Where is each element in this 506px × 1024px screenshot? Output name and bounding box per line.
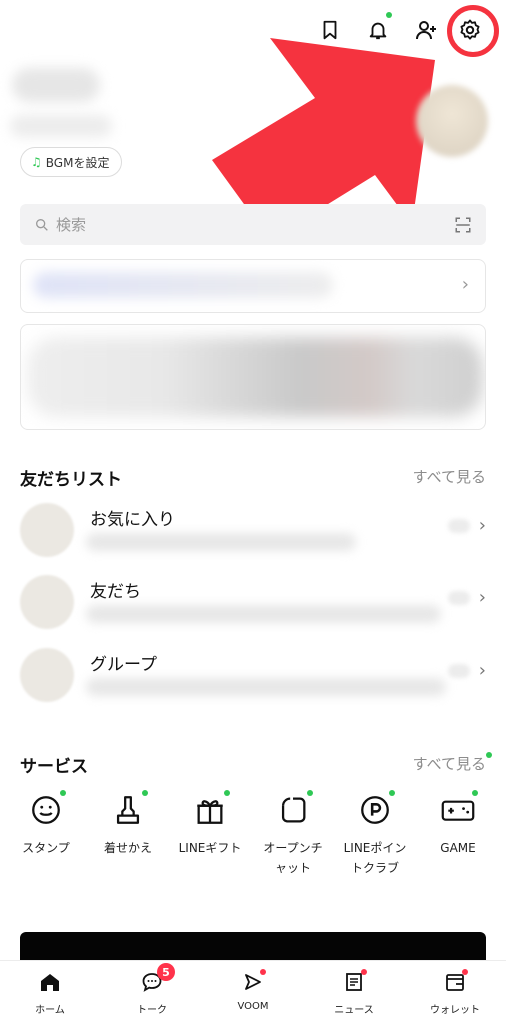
chevron-right-icon: › [478, 587, 486, 608]
home-icon [41, 974, 59, 991]
game-icon [441, 800, 475, 821]
new-dot [472, 790, 478, 796]
friends-see-all-link[interactable]: すべて見る [413, 466, 486, 487]
open-chat-icon [281, 797, 306, 823]
friend-row-preview-blur [86, 678, 446, 696]
friend-row-friends[interactable]: 友だち › [20, 575, 490, 635]
avatar [20, 648, 74, 702]
banner-card[interactable] [20, 324, 486, 430]
notification-dot [386, 12, 392, 18]
service-label: LINEポイントクラブ [343, 841, 407, 875]
service-label: オープンチャット [263, 841, 323, 875]
smile-icon [32, 796, 60, 824]
nav-voom[interactable]: VOOM [213, 967, 293, 1012]
promo-card-blur [33, 272, 333, 298]
nav-news[interactable]: ニュース [314, 967, 394, 1016]
profile-name-blur [12, 68, 100, 102]
brush-icon [116, 796, 140, 824]
friend-row-label: お気に入り [90, 510, 175, 530]
nav-label: ニュース [334, 1005, 374, 1016]
friend-row-label: 友だち [90, 582, 141, 602]
service-game[interactable]: GAME [418, 790, 498, 858]
qr-scan-icon[interactable] [454, 216, 472, 234]
chevron-right-icon: › [478, 660, 486, 681]
nav-label: ウォレット [430, 1005, 480, 1016]
new-dot [307, 790, 313, 796]
services-see-all-link[interactable]: すべて見る [413, 753, 486, 774]
chevron-right-icon: › [478, 515, 486, 536]
avatar [20, 503, 74, 557]
service-gift[interactable]: LINEギフト [170, 790, 250, 858]
service-stamp[interactable]: スタンプ [6, 790, 86, 858]
nav-talk[interactable]: 5 トーク [112, 963, 192, 1016]
nav-wallet[interactable]: ウォレット [415, 967, 495, 1016]
nav-label: トーク [137, 1005, 167, 1016]
nav-label: ホーム [35, 1005, 65, 1016]
friend-row-label: グループ [90, 655, 157, 675]
friend-row-preview-blur [86, 533, 356, 551]
service-label: LINEギフト [178, 841, 242, 855]
gift-icon [197, 800, 223, 824]
services-new-dot [486, 752, 492, 758]
nav-home[interactable]: ホーム [10, 967, 90, 1016]
friend-row-groups[interactable]: グループ › [20, 648, 490, 708]
service-label: 着せかえ [103, 841, 152, 855]
bgm-label: BGMを設定 [45, 155, 110, 170]
points-icon [361, 796, 389, 824]
profile-status-blur [10, 115, 112, 137]
profile-avatar[interactable] [416, 85, 488, 157]
banner-card-blur [27, 337, 483, 417]
nav-label: VOOM [237, 1001, 269, 1012]
friends-section-title: 友だちリスト [20, 470, 122, 490]
service-label: スタンプ [22, 841, 70, 855]
settings-highlight-circle [447, 5, 499, 57]
chevron-right-icon: › [461, 274, 469, 295]
search-placeholder: 検索 [56, 216, 87, 234]
new-dot [389, 790, 395, 796]
friend-row-favorites[interactable]: お気に入り › [20, 503, 490, 563]
promo-card[interactable]: › [20, 259, 486, 313]
friend-row-preview-blur [86, 605, 441, 623]
unread-badge: 5 [157, 963, 175, 981]
service-open-chat[interactable]: オープンチャット [253, 790, 333, 878]
new-dot [260, 969, 266, 975]
avatar [20, 575, 74, 629]
music-note-icon: ♫ [31, 155, 42, 169]
bottom-navigation: ホーム 5 トーク VOOM ニュース ウォレット [0, 960, 506, 1024]
service-theme[interactable]: 着せかえ [88, 790, 168, 858]
friend-row-count-blur [448, 591, 470, 605]
search-bar[interactable]: 検索 [20, 204, 486, 245]
service-label: GAME [440, 841, 476, 855]
friend-row-count-blur [448, 519, 470, 533]
new-dot [361, 969, 367, 975]
friend-row-count-blur [448, 664, 470, 678]
new-dot [60, 790, 66, 796]
new-dot [224, 790, 230, 796]
new-dot [462, 969, 468, 975]
new-dot [142, 790, 148, 796]
bgm-button[interactable]: ♫ BGMを設定 [20, 147, 123, 177]
service-points[interactable]: LINEポイントクラブ [335, 790, 415, 878]
search-icon [36, 218, 48, 231]
services-section-title: サービス [20, 757, 88, 777]
